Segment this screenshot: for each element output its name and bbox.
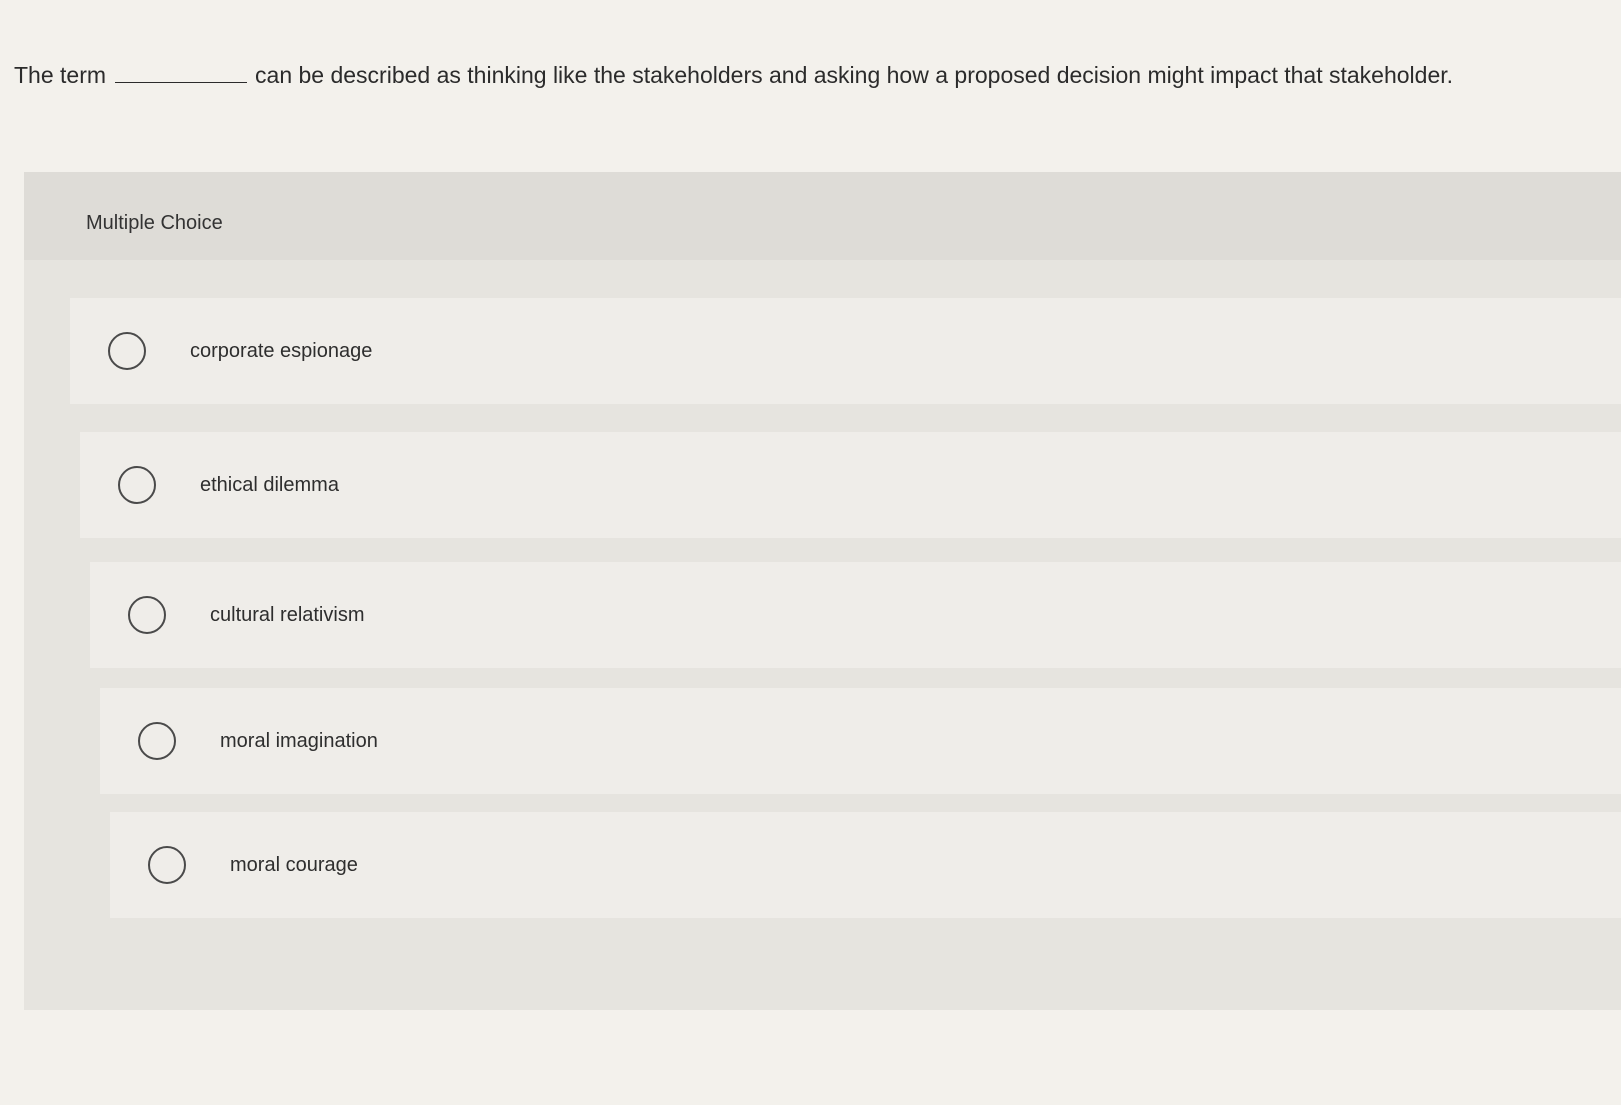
multiple-choice-label: Multiple Choice [86, 212, 223, 234]
option-label: cultural relativism [210, 603, 365, 626]
option-cultural-relativism[interactable]: cultural relativism [90, 562, 1621, 668]
radio-button[interactable] [118, 466, 156, 504]
option-label: moral courage [230, 853, 358, 876]
option-moral-imagination[interactable]: moral imagination [100, 688, 1621, 794]
option-label: moral imagination [220, 729, 378, 752]
option-label: ethical dilemma [200, 473, 339, 496]
option-moral-courage[interactable]: moral courage [110, 812, 1621, 918]
option-corporate-espionage[interactable]: corporate espionage [70, 298, 1621, 404]
radio-button[interactable] [108, 332, 146, 370]
option-label: corporate espionage [190, 339, 373, 362]
question-suffix: can be described as thinking like the st… [255, 62, 1454, 88]
question-text: The term can be described as thinking li… [14, 62, 1453, 89]
question-prefix: The term [14, 62, 107, 88]
option-ethical-dilemma[interactable]: ethical dilemma [80, 432, 1621, 538]
radio-button[interactable] [138, 722, 176, 760]
multiple-choice-header: Multiple Choice [24, 172, 1621, 260]
multiple-choice-panel: Multiple Choice corporate espionage ethi… [24, 172, 1621, 1010]
radio-button[interactable] [128, 596, 166, 634]
answer-blank [115, 62, 248, 83]
radio-button[interactable] [148, 846, 186, 884]
